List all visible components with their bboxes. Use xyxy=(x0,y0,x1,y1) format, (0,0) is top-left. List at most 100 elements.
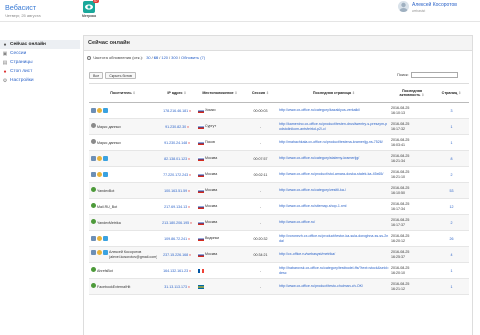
windows-icon xyxy=(103,107,108,113)
session-cell: - xyxy=(243,182,278,199)
brand-date: Четверг, 25 августа xyxy=(5,13,41,18)
search-input[interactable] xyxy=(410,72,458,78)
pages-count-link[interactable]: 1 xyxy=(451,285,453,289)
last-page-link[interactable]: http://voronezh.cx-office.ru/product/tes… xyxy=(279,234,389,242)
brand[interactable]: Вебасист Четверг, 25 августа xyxy=(5,3,41,18)
ip-link[interactable]: 213.180.206.195 xyxy=(162,221,189,225)
column-pages[interactable]: Страниц⇕ xyxy=(434,83,469,103)
pages-count-cell: 1 xyxy=(434,134,469,151)
ip-link[interactable]: 237.15.226.168 xyxy=(163,253,188,257)
refresh-option-120[interactable]: 120 xyxy=(161,55,168,60)
ip-link[interactable]: 91.230.82.30 xyxy=(165,125,186,129)
block-ip-button[interactable]: x xyxy=(188,141,190,145)
last-page-link[interactable]: http://www.cx-office.ru/category/stalemy… xyxy=(279,156,389,160)
ip-link[interactable]: 91.230.24.148 xyxy=(164,141,187,145)
block-ip-button[interactable]: x xyxy=(187,125,189,129)
pages-count-link[interactable]: 2 xyxy=(451,173,453,177)
pages-count-link[interactable]: 3 xyxy=(451,109,453,113)
ip-link[interactable]: 109.86.72.241 xyxy=(164,237,187,241)
pages-count-link[interactable]: 1 xyxy=(451,269,453,273)
ip-cell: 31.13.113.173x xyxy=(157,278,197,295)
visitor-cell: YandexBot xyxy=(89,182,157,199)
sidebar-item-settings[interactable]: ⚙ Настройки xyxy=(0,76,80,85)
last-activity-cell: 2016-08-25 16:20:12 xyxy=(390,230,434,247)
pages-count-link[interactable]: 1 xyxy=(451,125,453,129)
refresh-label: Частота обновления (сек.): xyxy=(93,55,144,60)
last-page-link[interactable]: http://www.cx-office.ru/sitemap-shop-1.x… xyxy=(279,204,389,208)
last-page-link[interactable]: http://www.cx-office.ru/category/vesitli… xyxy=(279,188,389,192)
block-ip-button[interactable]: x xyxy=(190,221,192,225)
block-ip-button[interactable]: x xyxy=(188,237,190,241)
pages-count-link[interactable]: 1 xyxy=(451,141,453,145)
block-ip-button[interactable]: x xyxy=(189,269,191,273)
last-page-link[interactable]: http://www.cx-office.ru/product/stol-ama… xyxy=(279,172,389,176)
users-icon: ● xyxy=(3,41,7,48)
hide-bots-button[interactable]: Скрыть ботов xyxy=(105,72,136,79)
column-last-page[interactable]: Последняя страница⇕ xyxy=(278,83,390,103)
location-cell: Москва xyxy=(197,150,243,167)
column-location[interactable]: Местоположение⇕ xyxy=(197,83,243,103)
location-cell xyxy=(197,278,243,295)
pages-count-link[interactable]: 4 xyxy=(451,253,453,257)
block-ip-button[interactable]: x xyxy=(188,285,190,289)
last-activity-cell: 2016-08-25 16:17:37 xyxy=(390,214,434,231)
session-cell: 00:20:32 xyxy=(243,230,278,247)
user-icon xyxy=(91,171,96,177)
pages-count-link[interactable]: 8 xyxy=(451,157,453,161)
block-ip-button[interactable]: x xyxy=(188,205,190,209)
ip-link[interactable]: 77.220.172.243 xyxy=(163,173,188,177)
last-page-link[interactable]: http://mahachkala.cx-office.ru/product/t… xyxy=(279,140,389,144)
last-page-link[interactable]: http://www.cx-office.ru/category/kazakly… xyxy=(279,108,389,112)
block-ip-button[interactable]: x xyxy=(189,173,191,177)
refresh-option-300[interactable]: 300 xyxy=(171,55,178,60)
column-session[interactable]: Сессия⇕ xyxy=(243,83,278,103)
sidebar-item-sessions[interactable]: ▣ Сессии xyxy=(0,49,80,58)
stop-icon: ● xyxy=(3,68,7,75)
pages-count-link[interactable]: 12 xyxy=(450,205,454,209)
session-cell: - xyxy=(243,214,278,231)
activity-time: 16:25:37 xyxy=(391,254,405,259)
metrika-app-icon[interactable]: 07 xyxy=(83,0,99,13)
column-last-activity[interactable]: Последняя активность⇕ xyxy=(390,83,434,103)
user-name[interactable]: Алексей Косоротов xyxy=(412,2,457,8)
pages-count-link[interactable]: 2 xyxy=(451,221,453,225)
refresh-option-60[interactable]: 60 xyxy=(154,55,158,60)
metrika-app-label[interactable]: Метрика xyxy=(81,14,97,18)
ip-link[interactable]: 82.138.01.123 xyxy=(164,157,187,161)
last-page-link[interactable]: http://habarovsk.cx-office.ru/category/t… xyxy=(279,266,389,274)
refresh-now-link[interactable]: Обновить (7) xyxy=(181,55,205,60)
refresh-toggle[interactable] xyxy=(87,55,91,60)
block-ip-button[interactable]: x xyxy=(189,253,191,257)
ip-link[interactable]: 178.216.46.181 xyxy=(163,109,188,113)
pages-count-link[interactable]: 26 xyxy=(450,237,454,241)
sidebar-item-stoplist[interactable]: ● Стоп лист xyxy=(0,67,80,76)
ip-link[interactable]: 164.132.161.23 xyxy=(163,269,188,273)
ip-link[interactable]: 100.163.51.59 xyxy=(164,189,187,193)
metrika-app[interactable]: 07 Метрика xyxy=(81,0,99,18)
bot-icon xyxy=(91,267,96,273)
pages-count-link[interactable]: 53 xyxy=(450,189,454,193)
last-page-link[interactable]: http://kamenino.cx-office.ru/product/tes… xyxy=(279,122,389,130)
table-row: FacebookExternalHit 31.13.113.173x - http:/… xyxy=(89,278,469,295)
separator: / xyxy=(159,55,161,60)
show-all-button[interactable]: Все xyxy=(89,72,104,79)
block-ip-button[interactable]: x xyxy=(189,109,191,113)
ip-link[interactable]: 217.69.134.13 xyxy=(164,205,187,209)
sidebar-item-pages[interactable]: ▤ Страницы xyxy=(0,58,80,67)
session-cell: - xyxy=(243,262,278,279)
ip-link[interactable]: 31.13.113.173 xyxy=(164,285,187,289)
activity-time: 16:21:34 xyxy=(391,158,405,163)
last-page-link[interactable]: http://www.cx-office.ru/ xyxy=(279,220,389,224)
sidebar-item-online[interactable]: ● Сейчас онлайн xyxy=(0,40,80,49)
brand-title[interactable]: Вебасист xyxy=(5,3,41,12)
last-page-link[interactable]: http://cx-office.ru/webasyst/metrika/ xyxy=(279,252,389,256)
location-cell xyxy=(197,262,243,279)
location-text: Москва xyxy=(205,220,218,225)
column-visitor[interactable]: Посетитель⇕ xyxy=(89,83,157,103)
column-ip[interactable]: IP адрес⇕ xyxy=(157,83,197,103)
block-ip-button[interactable]: x xyxy=(188,157,190,161)
last-page-link[interactable]: http://www.cx-office.ru/product/testo-ch… xyxy=(279,284,389,288)
refresh-option-30[interactable]: 30 xyxy=(146,55,150,60)
block-ip-button[interactable]: x xyxy=(188,189,190,193)
avatar[interactable] xyxy=(398,1,409,12)
